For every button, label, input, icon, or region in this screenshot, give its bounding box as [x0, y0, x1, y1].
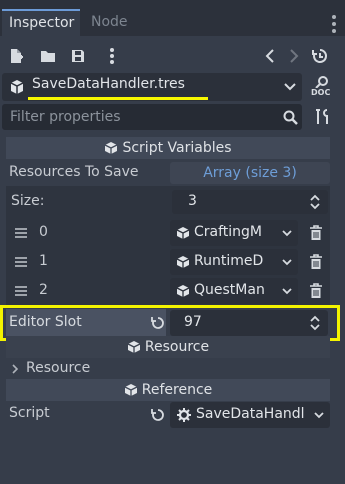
folder-open-icon — [41, 51, 55, 62]
array-item-index: 0 — [39, 224, 48, 240]
chevron-right-icon — [290, 49, 299, 63]
resource-section-label: Resource — [144, 339, 210, 355]
resource-section[interactable]: Resource — [6, 336, 330, 358]
script-label: Script — [9, 405, 50, 421]
history-icon — [312, 49, 327, 63]
array-size-value: Array (size 3) — [203, 165, 297, 181]
resource-icon — [176, 227, 190, 239]
resource-name: SaveDataHandler.tres — [32, 76, 185, 92]
script-row: Script SaveDataHandl — [6, 402, 330, 428]
resources-to-save-label: Resources To Save — [9, 164, 139, 180]
array-item-row: 2 QuestMan — [6, 277, 330, 305]
chevron-down-icon[interactable] — [314, 412, 324, 419]
open-documentation-button[interactable]: DOC — [308, 73, 340, 101]
reference-section[interactable]: Reference — [6, 379, 330, 401]
save-icon — [72, 50, 84, 62]
array-toggle-button[interactable]: Array (size 3) — [170, 162, 330, 184]
script-variables-section[interactable]: Script Variables — [6, 137, 330, 159]
chevron-down-icon[interactable] — [282, 230, 292, 237]
chevron-down-icon[interactable] — [282, 259, 292, 266]
resource-group-label: Resource — [26, 360, 91, 376]
trash-icon[interactable] — [308, 254, 324, 270]
chevron-left-icon — [265, 49, 274, 63]
size-value: 3 — [188, 193, 197, 209]
kebab-menu-icon — [110, 48, 114, 64]
object-history-button[interactable] — [308, 42, 332, 70]
array-item-index: 2 — [39, 282, 48, 298]
search-help-icon — [315, 76, 328, 88]
trash-icon[interactable] — [308, 283, 324, 299]
tab-node-label: Node — [91, 14, 128, 30]
tools-icon — [316, 109, 328, 124]
filter-properties-input[interactable]: Filter properties — [2, 104, 302, 130]
array-item-resource-picker[interactable]: QuestMan — [170, 278, 298, 304]
reference-section-icon — [124, 384, 138, 396]
array-item-row: 1 RuntimeD — [6, 248, 330, 276]
save-resource-button[interactable] — [66, 42, 90, 70]
resource-group-row[interactable]: Resource — [6, 358, 330, 380]
script-picker[interactable]: SaveDataHandl — [170, 402, 330, 428]
size-label: Size: — [11, 193, 45, 209]
history-back-button[interactable] — [258, 42, 282, 70]
array-item-row: 0 CraftingM — [6, 219, 330, 247]
array-item-resource-picker[interactable]: CraftingM — [170, 220, 298, 246]
tab-node[interactable]: Node — [84, 9, 136, 36]
tab-inspector[interactable]: Inspector — [2, 9, 80, 36]
resource-name-highlight — [28, 97, 208, 100]
load-resource-button[interactable] — [36, 42, 60, 70]
filter-placeholder: Filter properties — [10, 109, 121, 125]
dock-menu-kebab-icon[interactable] — [331, 14, 337, 34]
resources-to-save-row: Resources To Save Array (size 3) — [6, 162, 330, 184]
resource-section-icon — [127, 341, 141, 353]
resource-icon — [176, 256, 190, 268]
inspector-toolbar — [0, 42, 345, 70]
trash-icon[interactable] — [308, 225, 324, 241]
resource-selector[interactable]: SaveDataHandler.tres — [2, 73, 302, 101]
new-file-icon — [11, 49, 23, 63]
array-item-index: 1 — [39, 253, 48, 269]
resource-menu-button[interactable] — [100, 42, 124, 70]
script-variables-label: Script Variables — [122, 140, 232, 156]
chevron-down-icon — [284, 83, 296, 91]
array-item-value: RuntimeD — [194, 253, 264, 269]
reference-section-label: Reference — [141, 382, 213, 398]
spin-arrows-icon[interactable] — [310, 194, 320, 210]
chevron-down-icon[interactable] — [282, 288, 292, 295]
tab-inspector-label: Inspector — [9, 15, 75, 31]
script-value: SaveDataHandl — [196, 406, 305, 422]
resource-icon — [10, 80, 24, 94]
history-forward-button[interactable] — [282, 42, 306, 70]
dock-tab-bar: Inspector Node — [0, 0, 345, 36]
resource-icon — [176, 285, 190, 297]
search-icon — [283, 110, 298, 125]
drag-handle-icon[interactable] — [14, 227, 28, 239]
revert-icon[interactable] — [151, 408, 165, 422]
gear-icon — [177, 408, 191, 422]
doc-label: DOC — [311, 88, 331, 97]
size-spinbox[interactable]: 3 — [172, 190, 328, 214]
property-tools-button[interactable] — [308, 104, 340, 130]
drag-handle-icon[interactable] — [14, 285, 28, 297]
array-item-value: QuestMan — [194, 282, 265, 298]
array-item-resource-picker[interactable]: RuntimeD — [170, 249, 298, 275]
array-size-row: Size: 3 — [6, 189, 330, 215]
new-resource-button[interactable] — [4, 42, 28, 70]
chevron-right-icon — [12, 364, 19, 374]
drag-handle-icon[interactable] — [14, 256, 28, 268]
array-item-value: CraftingM — [194, 224, 263, 240]
script-variables-icon — [105, 142, 118, 154]
